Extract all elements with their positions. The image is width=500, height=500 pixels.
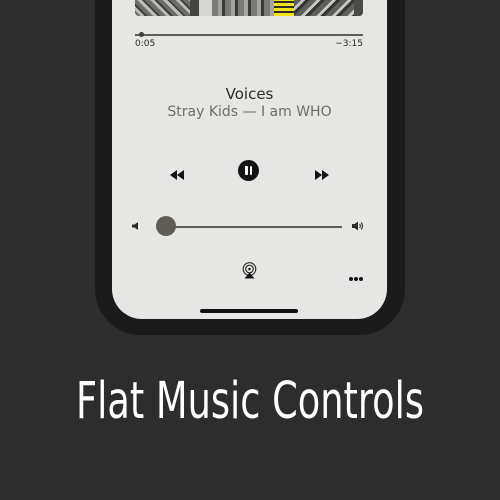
- playback-progress-track[interactable]: [135, 34, 363, 36]
- more-dots-icon: [349, 277, 363, 281]
- home-indicator[interactable]: [200, 309, 298, 313]
- song-artist-album: Stray Kids — I am WHO: [167, 104, 332, 120]
- speaker-high-icon: [352, 221, 363, 231]
- album-art: [135, 0, 363, 16]
- pause-button[interactable]: [238, 160, 259, 181]
- fast-forward-icon: [315, 170, 329, 180]
- caption-title: Flat Music Controls: [76, 372, 424, 431]
- rewind-icon: [170, 170, 184, 180]
- remaining-time: −3:15: [335, 39, 363, 49]
- fast-forward-button[interactable]: [315, 165, 329, 180]
- elapsed-time: 0:05: [135, 39, 156, 49]
- volume-slider-track[interactable]: [157, 226, 342, 228]
- rewind-button[interactable]: [170, 165, 184, 180]
- airplay-button[interactable]: [241, 262, 258, 279]
- song-title: Voices: [225, 85, 274, 103]
- more-options-button[interactable]: [348, 267, 364, 281]
- speaker-low-icon: [132, 222, 138, 230]
- airplay-icon: [242, 262, 257, 279]
